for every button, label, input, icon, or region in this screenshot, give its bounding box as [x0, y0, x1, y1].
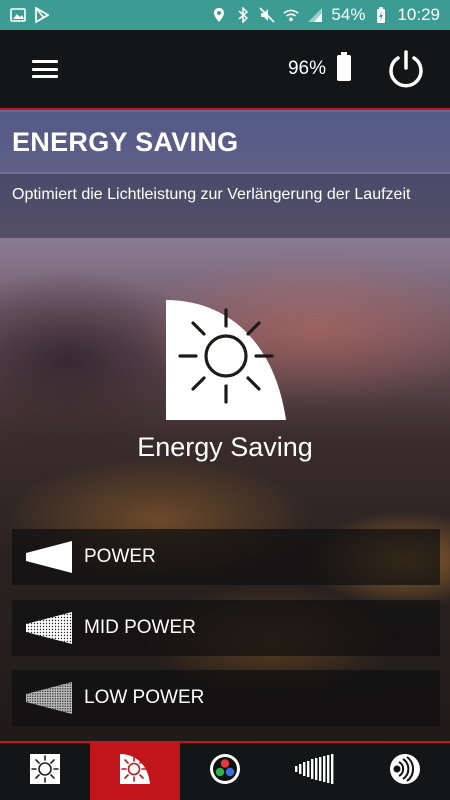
rgb-color-icon — [209, 753, 241, 790]
gallery-notification-icon — [10, 7, 26, 23]
device-battery-level: 96% — [287, 58, 326, 79]
option-mid-power[interactable]: MID POWER — [12, 600, 440, 656]
power-icon[interactable] — [386, 49, 426, 89]
option-label: MID POWER — [84, 617, 196, 638]
app-header: 96% — [0, 30, 450, 110]
option-label: POWER — [84, 546, 156, 567]
battery-icon — [336, 51, 352, 87]
charging-battery-icon — [373, 6, 389, 23]
status-left — [10, 7, 50, 23]
energy-saving-icon — [119, 753, 151, 790]
tab-energy-saving[interactable] — [90, 743, 180, 800]
bluetooth-icon — [235, 7, 251, 23]
signal-mode-icon — [389, 753, 421, 790]
beam-low-icon — [24, 680, 74, 716]
status-bar: 54% 10:29 — [0, 0, 450, 30]
bottom-nav — [0, 741, 450, 800]
status-time: 10:29 — [397, 5, 440, 24]
wifi-icon — [283, 7, 300, 23]
cell-signal-icon — [307, 7, 323, 23]
title-band: ENERGY SAVING — [0, 112, 450, 172]
beam-mid-icon — [24, 610, 74, 646]
tab-rgb-color[interactable] — [180, 743, 270, 800]
light-bars-icon — [295, 753, 335, 790]
brightness-icon — [29, 753, 61, 790]
status-right: 54% 10:29 — [211, 5, 440, 25]
page-title: ENERGY SAVING — [12, 126, 239, 157]
status-battery-percent: 54% — [331, 5, 366, 24]
beam-full-icon — [24, 539, 74, 575]
mode-description: Optimiert die Lichtleistung zur Verlänge… — [0, 174, 450, 238]
energy-saving-sun-icon — [164, 298, 288, 422]
tab-signal-mode[interactable] — [360, 743, 450, 800]
option-label: LOW POWER — [84, 687, 205, 708]
mode-label: Energy Saving — [137, 432, 313, 462]
location-icon — [211, 7, 227, 23]
mute-icon — [259, 7, 275, 23]
option-low-power[interactable]: LOW POWER — [12, 670, 440, 726]
hamburger-menu-icon[interactable] — [30, 57, 60, 81]
header-right: 96% — [288, 49, 426, 89]
option-power[interactable]: POWER — [12, 529, 440, 585]
tab-brightness[interactable] — [0, 743, 90, 800]
play-store-notification-icon — [34, 7, 50, 23]
tab-light-bars[interactable] — [270, 743, 360, 800]
